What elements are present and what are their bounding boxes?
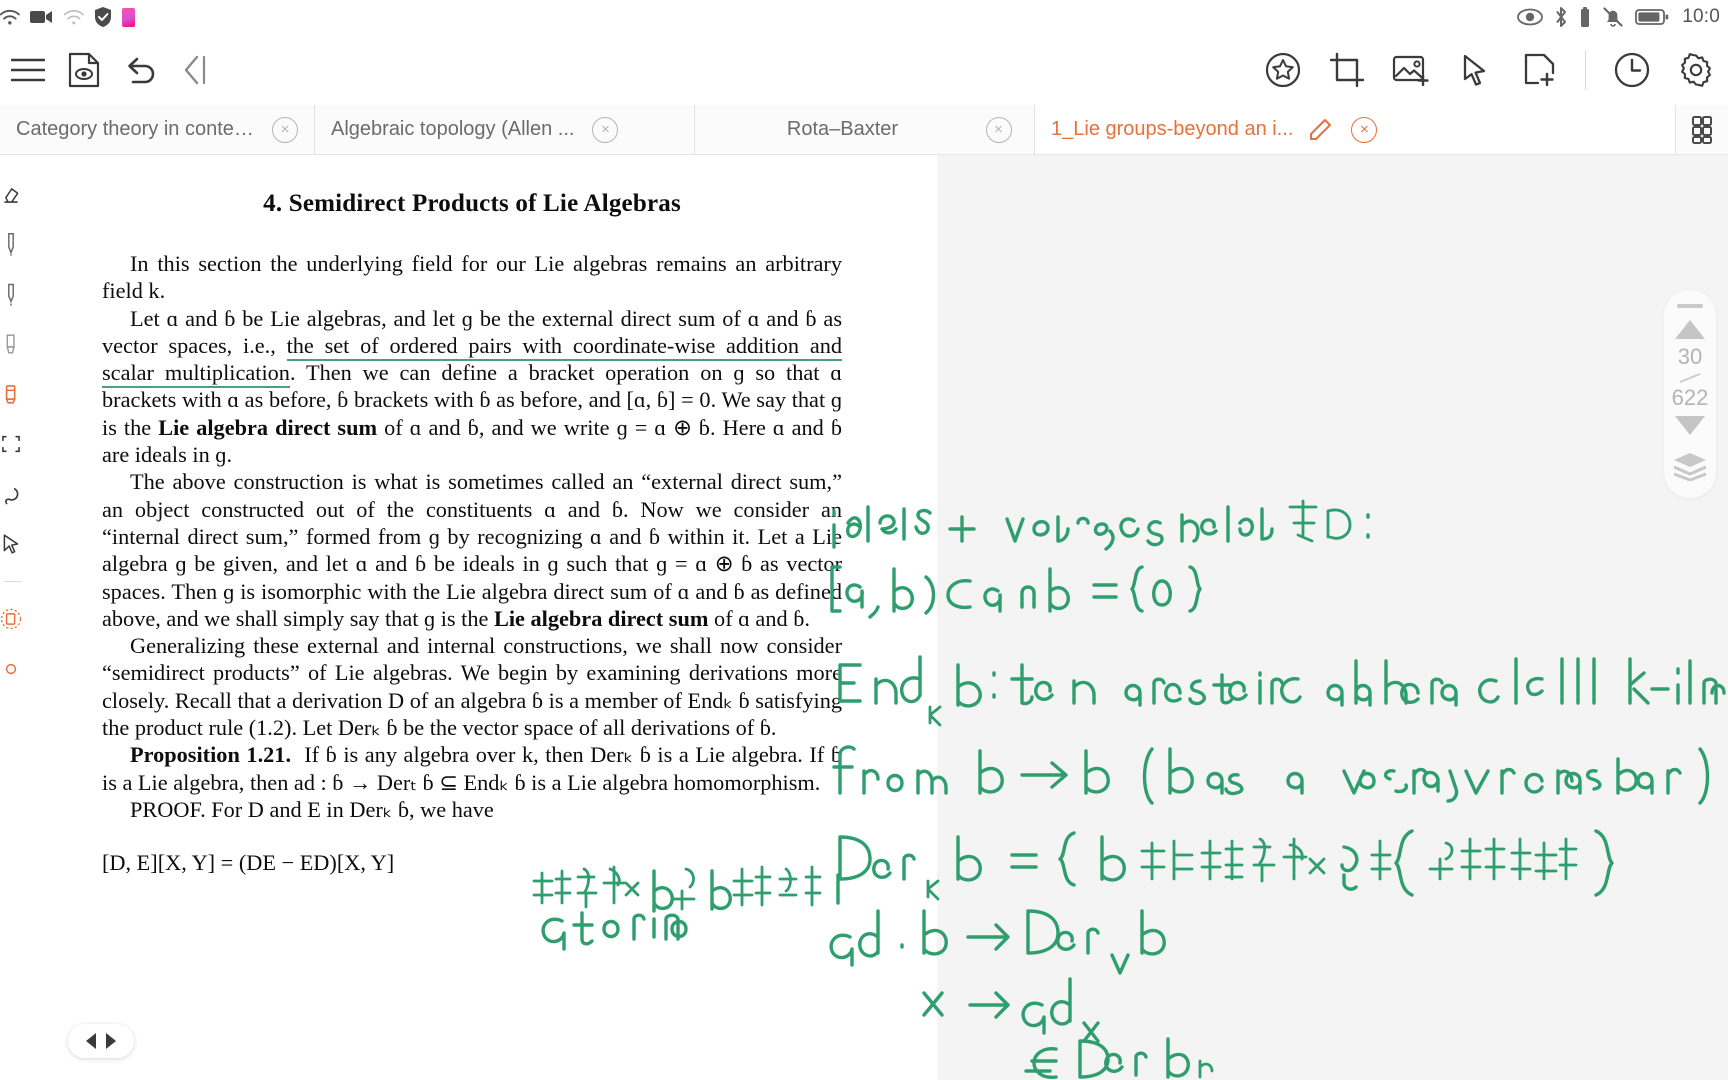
- add-page-icon[interactable]: [1507, 42, 1571, 98]
- triangle-down-icon[interactable]: [1675, 416, 1705, 436]
- proposition-block: Proposition 1.21. If ɓ is any algebra ov…: [102, 741, 842, 796]
- toolbar-right-group: [1251, 42, 1728, 98]
- highlighter-tool-icon[interactable]: [0, 377, 22, 411]
- color-swatch-icon[interactable]: [0, 602, 22, 636]
- document-body: 4. Semidirect Products of Lie Algebras I…: [22, 155, 937, 877]
- page-navigator-handle[interactable]: [1677, 304, 1703, 308]
- pencil-edit-icon[interactable]: [1307, 117, 1333, 143]
- paragraph-1: In this section the underlying field for…: [102, 251, 842, 304]
- bell-muted-icon: [1602, 6, 1624, 28]
- tab-label: Algebraic topology (Allen ...: [331, 118, 575, 140]
- wifi-icon: [0, 7, 20, 27]
- proof-text: For D and E in Derₖ ɓ, we have: [211, 796, 494, 822]
- bluetooth-icon: [1554, 6, 1568, 28]
- pink-indicator-icon: [122, 7, 135, 27]
- video-camera-icon: [29, 8, 53, 26]
- status-bar: 10:0: [0, 0, 1728, 34]
- p3-post2: of ɑ and ɓ.: [708, 605, 810, 631]
- tab-rota-baxter[interactable]: Rota–Baxter ×: [695, 105, 1035, 154]
- proposition-label: Proposition 1.21.: [130, 742, 292, 768]
- eye-icon: [1517, 8, 1544, 26]
- eraser-tool-icon[interactable]: [0, 177, 22, 211]
- pencil-tool-icon[interactable]: [0, 277, 22, 311]
- tab-grid-icon[interactable]: [1676, 105, 1728, 154]
- tab-bar: Category theory in contex... × Algebraic…: [0, 105, 1728, 155]
- shield-check-icon: [93, 6, 113, 28]
- app-root: 10:0 Category theory in contex... × Alge…: [0, 0, 1728, 1080]
- lasso-tool-icon[interactable]: [0, 477, 22, 511]
- page-separator: [1679, 372, 1701, 383]
- current-page-number: 30: [1677, 343, 1703, 369]
- undo-icon[interactable]: [112, 42, 168, 98]
- layers-icon[interactable]: [1672, 451, 1708, 486]
- tab-algebraic-topology[interactable]: Algebraic topology (Allen ... ×: [315, 105, 695, 154]
- triangle-left-icon[interactable]: [86, 1033, 96, 1049]
- history-clock-icon[interactable]: [1600, 42, 1664, 98]
- tab-category-theory[interactable]: Category theory in contex... ×: [0, 105, 315, 154]
- star-badge-icon[interactable]: [1251, 42, 1315, 98]
- toolbar-left-group: [0, 42, 224, 98]
- pdf-page: 4. Semidirect Products of Lie Algebras I…: [22, 155, 937, 1080]
- pointer-tool-icon[interactable]: [0, 527, 22, 561]
- main-toolbar: [0, 34, 1728, 105]
- status-bar-right-icons: 10:0: [1517, 6, 1720, 28]
- page-stepper[interactable]: [68, 1024, 134, 1058]
- page-navigator[interactable]: 30 622: [1664, 290, 1716, 499]
- toolbar-divider: [1585, 49, 1586, 90]
- document-canvas[interactable]: 4. Semidirect Products of Lie Algebras I…: [22, 155, 1728, 1080]
- add-image-icon[interactable]: [1379, 42, 1443, 98]
- pen-tool-icon[interactable]: [0, 227, 22, 261]
- battery-icon: [1635, 7, 1669, 27]
- paragraph-4: Generalizing these external and internal…: [102, 633, 842, 741]
- collapse-left-icon[interactable]: [168, 42, 224, 98]
- total-page-number: 622: [1671, 385, 1709, 411]
- triangle-up-icon[interactable]: [1675, 319, 1705, 339]
- stroke-width-icon[interactable]: [0, 652, 22, 686]
- p2-bold: Lie algebra direct sum: [158, 414, 378, 440]
- tab-lie-groups[interactable]: 1_Lie groups-beyond an i... ×: [1035, 105, 1676, 154]
- tab-label: 1_Lie groups-beyond an i...: [1051, 118, 1294, 140]
- tab-close-icon[interactable]: ×: [985, 116, 1012, 143]
- tab-close-icon[interactable]: ×: [1351, 116, 1378, 143]
- paragraph-3: The above construction is what is someti…: [102, 468, 842, 632]
- proof-block: PROOF. For D and E in Derₖ ɓ, we have: [102, 796, 842, 823]
- shape-tool-icon[interactable]: [0, 427, 22, 461]
- formula-line: [D, E][X, Y] = (DE − ED)[X, Y]: [102, 850, 395, 876]
- proof-label: PROOF.: [130, 796, 206, 822]
- marker-tool-icon[interactable]: [0, 327, 22, 361]
- document-preview-icon[interactable]: [56, 42, 112, 98]
- left-tool-rail: [0, 155, 22, 1080]
- triangle-right-icon[interactable]: [106, 1033, 116, 1049]
- status-bar-left-icons: [0, 6, 135, 28]
- tab-label: Category theory in contex...: [16, 118, 254, 140]
- wifi-weak-icon: [62, 7, 84, 27]
- tab-close-icon[interactable]: ×: [592, 116, 619, 143]
- rail-divider: [4, 581, 22, 582]
- menu-icon[interactable]: [0, 42, 56, 98]
- paragraph-2: Let ɑ and ɓ be Lie algebras, and let ɡ b…: [102, 305, 843, 469]
- section-title: 4. Semidirect Products of Lie Algebras: [263, 190, 681, 217]
- crop-icon[interactable]: [1315, 42, 1379, 98]
- select-cursor-icon[interactable]: [1443, 42, 1507, 98]
- battery-slim-icon: [1579, 6, 1591, 28]
- status-bar-clock: 10:0: [1682, 6, 1720, 27]
- tab-close-icon[interactable]: ×: [272, 116, 298, 143]
- tab-label: Rota–Baxter: [786, 118, 899, 140]
- gear-icon[interactable]: [1664, 42, 1728, 98]
- p3-bold: Lie algebra direct sum: [493, 605, 709, 631]
